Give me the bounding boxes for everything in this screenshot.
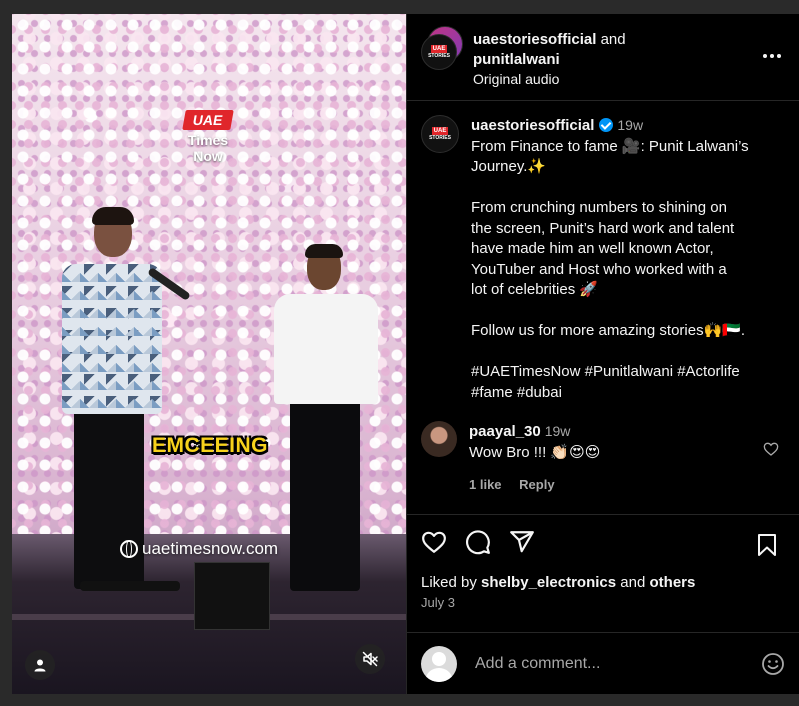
post-caption: UAE STORIES uaestoriesofficial 19w From F… bbox=[421, 115, 785, 403]
hashtags-line[interactable]: #fame #dubai bbox=[471, 383, 785, 404]
uae-times-now-logo: UAE Times Now bbox=[174, 110, 242, 164]
comment-like-heart-icon[interactable] bbox=[763, 441, 779, 457]
watermark-text: uaetimesnow.com bbox=[142, 539, 279, 558]
post-date[interactable]: July 3 bbox=[407, 591, 799, 610]
add-comment-bar bbox=[407, 632, 799, 694]
author-link-punitlalwani[interactable]: punitlalwani bbox=[473, 51, 560, 68]
post-header: UAE STORIES uaestoriesofficial and punit… bbox=[407, 14, 799, 101]
caption-line: have made him an well known Actor, bbox=[471, 240, 714, 257]
emoji-icon[interactable] bbox=[761, 652, 785, 676]
guest-figure bbox=[262, 244, 382, 596]
comment-time[interactable]: 19w bbox=[545, 423, 571, 439]
logo-times-now: Times Now bbox=[187, 132, 229, 164]
comment-text: Wow Bro !!! 👏🏻😍😍 bbox=[469, 443, 601, 461]
caption-username[interactable]: uaestoriesofficial bbox=[471, 117, 594, 134]
reply-button[interactable]: Reply bbox=[519, 477, 554, 492]
caption-time[interactable]: 19w bbox=[617, 117, 643, 133]
caption-line: From crunching numbers to shining on bbox=[471, 199, 727, 216]
action-bar bbox=[407, 514, 799, 576]
caption-line: YouTuber and Host who worked with a bbox=[471, 260, 727, 278]
heart-icon[interactable] bbox=[421, 529, 447, 555]
author-link-uaestories[interactable]: uaestoriesofficial bbox=[473, 31, 596, 48]
commenter-avatar[interactable] bbox=[421, 421, 457, 457]
caption-avatar[interactable]: UAE STORIES bbox=[421, 115, 459, 153]
logo-uae: UAE bbox=[182, 110, 234, 130]
liked-by-prefix: Liked by bbox=[421, 574, 477, 591]
stage-speaker bbox=[194, 562, 270, 630]
globe-icon bbox=[120, 540, 138, 558]
reel-video[interactable]: UAE Times Now EMCEEING uaetimesnow.com bbox=[12, 14, 406, 694]
caption-line: Journey.✨ bbox=[471, 158, 547, 175]
verified-badge-icon bbox=[599, 118, 614, 132]
commenter-username[interactable]: paayal_30 bbox=[469, 423, 541, 440]
more-icon[interactable] bbox=[763, 54, 781, 58]
collab-avatars[interactable]: UAE STORIES bbox=[421, 26, 463, 70]
video-caption: EMCEEING bbox=[152, 434, 269, 457]
bookmark-icon[interactable] bbox=[755, 532, 779, 558]
caption-line: the screen, Punit’s hard work and talent bbox=[471, 219, 735, 237]
mute-button[interactable] bbox=[355, 644, 385, 674]
user-tag-icon bbox=[34, 659, 46, 672]
audio-link[interactable]: Original audio bbox=[473, 71, 626, 87]
likes-summary: Liked by shelby_electronics and others bbox=[407, 574, 799, 591]
share-icon[interactable] bbox=[509, 529, 535, 555]
conjunction-text: and bbox=[600, 31, 626, 48]
hashtags-line[interactable]: #UAETimesNow #Punitlalwani #Actorlife bbox=[471, 362, 785, 383]
liked-by-user-link[interactable]: shelby_electronics bbox=[481, 574, 616, 591]
post-details-panel: UAE STORIES uaestoriesofficial and punit… bbox=[406, 14, 799, 694]
current-user-avatar bbox=[421, 645, 457, 682]
avatar-uaestories[interactable]: UAE STORIES bbox=[421, 34, 457, 70]
comment-likes-link[interactable]: 1 like bbox=[469, 477, 502, 492]
caption-line: lot of celebrities 🚀 bbox=[471, 281, 599, 298]
mute-icon bbox=[362, 651, 378, 667]
comment-item: paayal_30 19w Wow Bro !!! 👏🏻😍😍 1 like Rep… bbox=[421, 421, 785, 496]
user-tag-button[interactable] bbox=[25, 650, 55, 680]
liked-by-and: and bbox=[620, 574, 646, 591]
comment-input[interactable] bbox=[473, 653, 761, 674]
caption-line: Follow us for more amazing stories🙌🇦🇪. bbox=[471, 322, 746, 339]
caption-line: From Finance to fame 🎥: Punit Lalwani’s bbox=[471, 137, 749, 155]
watermark: uaetimesnow.com bbox=[120, 539, 278, 559]
liked-by-others-link[interactable]: others bbox=[650, 574, 696, 591]
comments-section: UAE STORIES uaestoriesofficial 19w From F… bbox=[407, 101, 799, 514]
comment-icon[interactable] bbox=[465, 529, 491, 555]
post-modal: UAE Times Now EMCEEING uaetimesnow.com U… bbox=[12, 14, 799, 694]
